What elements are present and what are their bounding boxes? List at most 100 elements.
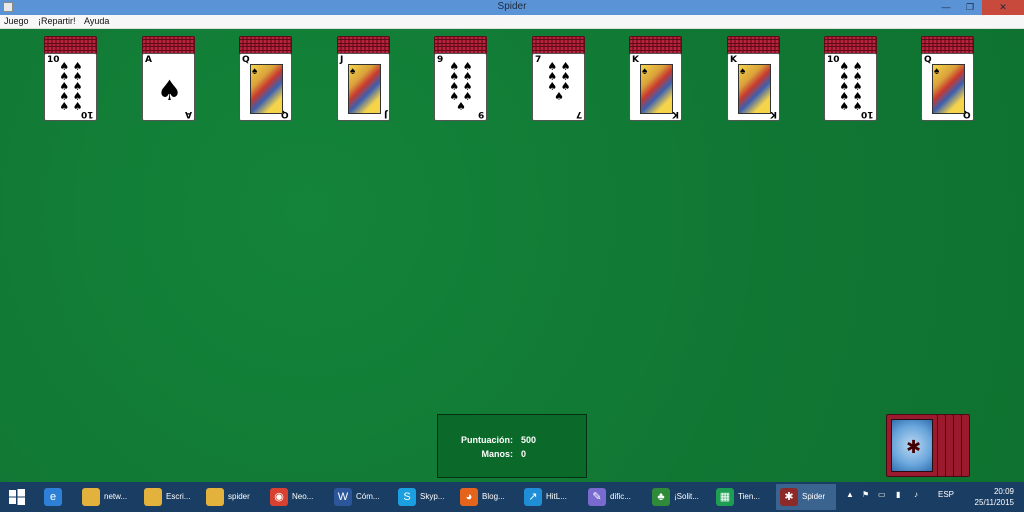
taskbar-item[interactable]: netw... (78, 484, 138, 510)
spade-pips: ♠ ♠ ♠ ♠ ♠ ♠ ♠ ♠ ♠ (449, 60, 473, 113)
face-up-card[interactable]: J J ♠ (337, 53, 390, 121)
face-up-card[interactable]: 10 10 ♠ ♠ ♠ ♠ ♠ ♠ ♠ ♠ ♠ ♠ (44, 53, 97, 121)
taskbar-item-label: Blog... (482, 492, 505, 501)
taskbar-item[interactable]: e (40, 484, 74, 510)
score-box[interactable]: Puntuación: 500 Manos: 0 (437, 414, 587, 478)
ie-icon: e (44, 488, 62, 506)
taskbar-item-label: dific... (610, 492, 631, 501)
spade-pips: ♠ ♠ ♠ ♠ ♠ ♠ ♠ (547, 60, 571, 103)
solitaire-icon: ♣ (652, 488, 670, 506)
taskbar-item-label: Skyp... (420, 492, 445, 501)
close-button[interactable]: ✕ (982, 0, 1024, 15)
tray-clock[interactable]: 20:09 25/11/2015 (954, 486, 1014, 508)
hands-value: 0 (521, 449, 527, 459)
face-up-card[interactable]: 10 10 ♠ ♠ ♠ ♠ ♠ ♠ ♠ ♠ ♠ ♠ (824, 53, 877, 121)
window-title: Spider (497, 1, 527, 12)
spade-icon: ♠ (934, 66, 940, 77)
tray-battery-icon[interactable]: ▭ (878, 490, 886, 499)
title-bar: Spider — ❐ ✕ (0, 0, 1024, 15)
card-rank-inverted: K (672, 109, 679, 119)
folder-icon (144, 488, 162, 506)
card-rank: K (632, 55, 639, 65)
card-rank: Q (924, 55, 932, 65)
spade-icon: ♠ (740, 66, 746, 77)
court-figure-image: ♠ (738, 64, 771, 114)
face-up-card[interactable]: A A ♠ (142, 53, 195, 121)
store-icon: ▦ (716, 488, 734, 506)
spade-icon: ♠ (642, 66, 648, 77)
tray-volume-icon[interactable]: ♪ (914, 490, 918, 499)
taskbar-item[interactable]: ↗ HitL... (520, 484, 580, 510)
stock-card[interactable]: ✱ (886, 414, 938, 477)
hands-label: Manos: (481, 449, 514, 459)
spade-icon: ♠ (350, 66, 356, 77)
taskbar-item[interactable]: ✎ dific... (584, 484, 644, 510)
court-figure-image: ♠ (640, 64, 673, 114)
card-rank: 7 (535, 55, 542, 65)
taskbar-item-label: Neo... (292, 492, 314, 501)
taskbar-item-label: Escri... (166, 492, 191, 501)
clock-date: 25/11/2015 (974, 498, 1014, 507)
card-rank-inverted: A (185, 109, 192, 119)
taskbar-item-label: HitL... (546, 492, 567, 501)
menu-ayuda[interactable]: Ayuda (84, 16, 109, 26)
card-rank: K (730, 55, 737, 65)
court-figure-image: ♠ (348, 64, 381, 114)
tray-chevron-up-icon[interactable]: ▲ (846, 490, 854, 499)
face-up-card[interactable]: Q Q ♠ (921, 53, 974, 121)
taskbar-item[interactable]: S Skyp... (394, 484, 454, 510)
face-up-card[interactable]: 9 9 ♠ ♠ ♠ ♠ ♠ ♠ ♠ ♠ ♠ (434, 53, 487, 121)
menu-juego[interactable]: Juego (4, 16, 29, 26)
taskbar-item-label: netw... (104, 492, 128, 501)
menu-repartir[interactable]: ¡Repartir! (38, 16, 76, 26)
firefox-icon: ◕ (460, 488, 478, 506)
card-rank-inverted: J (383, 109, 387, 119)
taskbar-item-label: Spider (802, 492, 826, 501)
face-up-card[interactable]: K K ♠ (727, 53, 780, 121)
chrome-icon: ◉ (270, 488, 288, 506)
court-figure-image: ♠ (932, 64, 965, 114)
face-up-card[interactable]: 7 7 ♠ ♠ ♠ ♠ ♠ ♠ ♠ (532, 53, 585, 121)
taskbar-item[interactable]: ◕ Blog... (456, 484, 516, 510)
spider-icon: ✱ (780, 488, 798, 506)
court-figure-image: ♠ (250, 64, 283, 114)
tray-flag-icon[interactable]: ⚑ (862, 490, 869, 499)
arrow-app-icon: ↗ (524, 488, 542, 506)
folder-icon (82, 488, 100, 506)
taskbar-item[interactable]: ✱ Spider (776, 484, 836, 510)
windows-start-icon[interactable] (8, 488, 28, 506)
skype-icon: S (398, 488, 416, 506)
card-rank-inverted: K (770, 109, 777, 119)
paint-icon: ✎ (588, 488, 606, 506)
taskbar-item[interactable]: ◉ Neo... (266, 484, 326, 510)
maximize-button[interactable]: ❐ (958, 0, 982, 15)
taskbar-item[interactable]: ▦ Tien... (712, 484, 772, 510)
spade-pips: ♠ ♠ ♠ ♠ ♠ ♠ ♠ ♠ ♠ ♠ (839, 60, 863, 113)
face-up-card[interactable]: K K ♠ (629, 53, 682, 121)
card-rank: Q (242, 55, 250, 65)
face-up-card[interactable]: Q Q ♠ (239, 53, 292, 121)
taskbar-item[interactable]: ♣ ¡Solit... (648, 484, 708, 510)
spade-icon: ♠ (157, 74, 183, 107)
minimize-button[interactable]: — (934, 0, 958, 15)
card-rank: J (340, 55, 344, 65)
stock-pile[interactable]: ✱ (886, 414, 976, 478)
menu-bar: Juego ¡Repartir! Ayuda (0, 15, 1024, 29)
tray-language[interactable]: ESP (938, 490, 954, 499)
taskbar: e netw... Escri... spider ◉ Neo... W Cóm... S Sky… (0, 482, 1024, 512)
spider-web-image: ✱ (891, 419, 933, 472)
score-label: Puntuación: (461, 435, 513, 445)
taskbar-item[interactable]: Escri... (140, 484, 200, 510)
spade-pips: ♠ ♠ ♠ ♠ ♠ ♠ ♠ ♠ ♠ ♠ (59, 60, 83, 113)
folder-icon (206, 488, 224, 506)
spade-icon: ♠ (252, 66, 258, 77)
clock-time: 20:09 (993, 487, 1014, 496)
score-value: 500 (521, 435, 537, 445)
taskbar-item-label: Cóm... (356, 492, 380, 501)
taskbar-item-label: spider (228, 492, 250, 501)
tray-network-icon[interactable]: ▮ (896, 490, 900, 499)
taskbar-item[interactable]: W Cóm... (330, 484, 390, 510)
word-icon: W (334, 488, 352, 506)
taskbar-item[interactable]: spider (202, 484, 262, 510)
card-rank-inverted: 7 (575, 109, 582, 119)
